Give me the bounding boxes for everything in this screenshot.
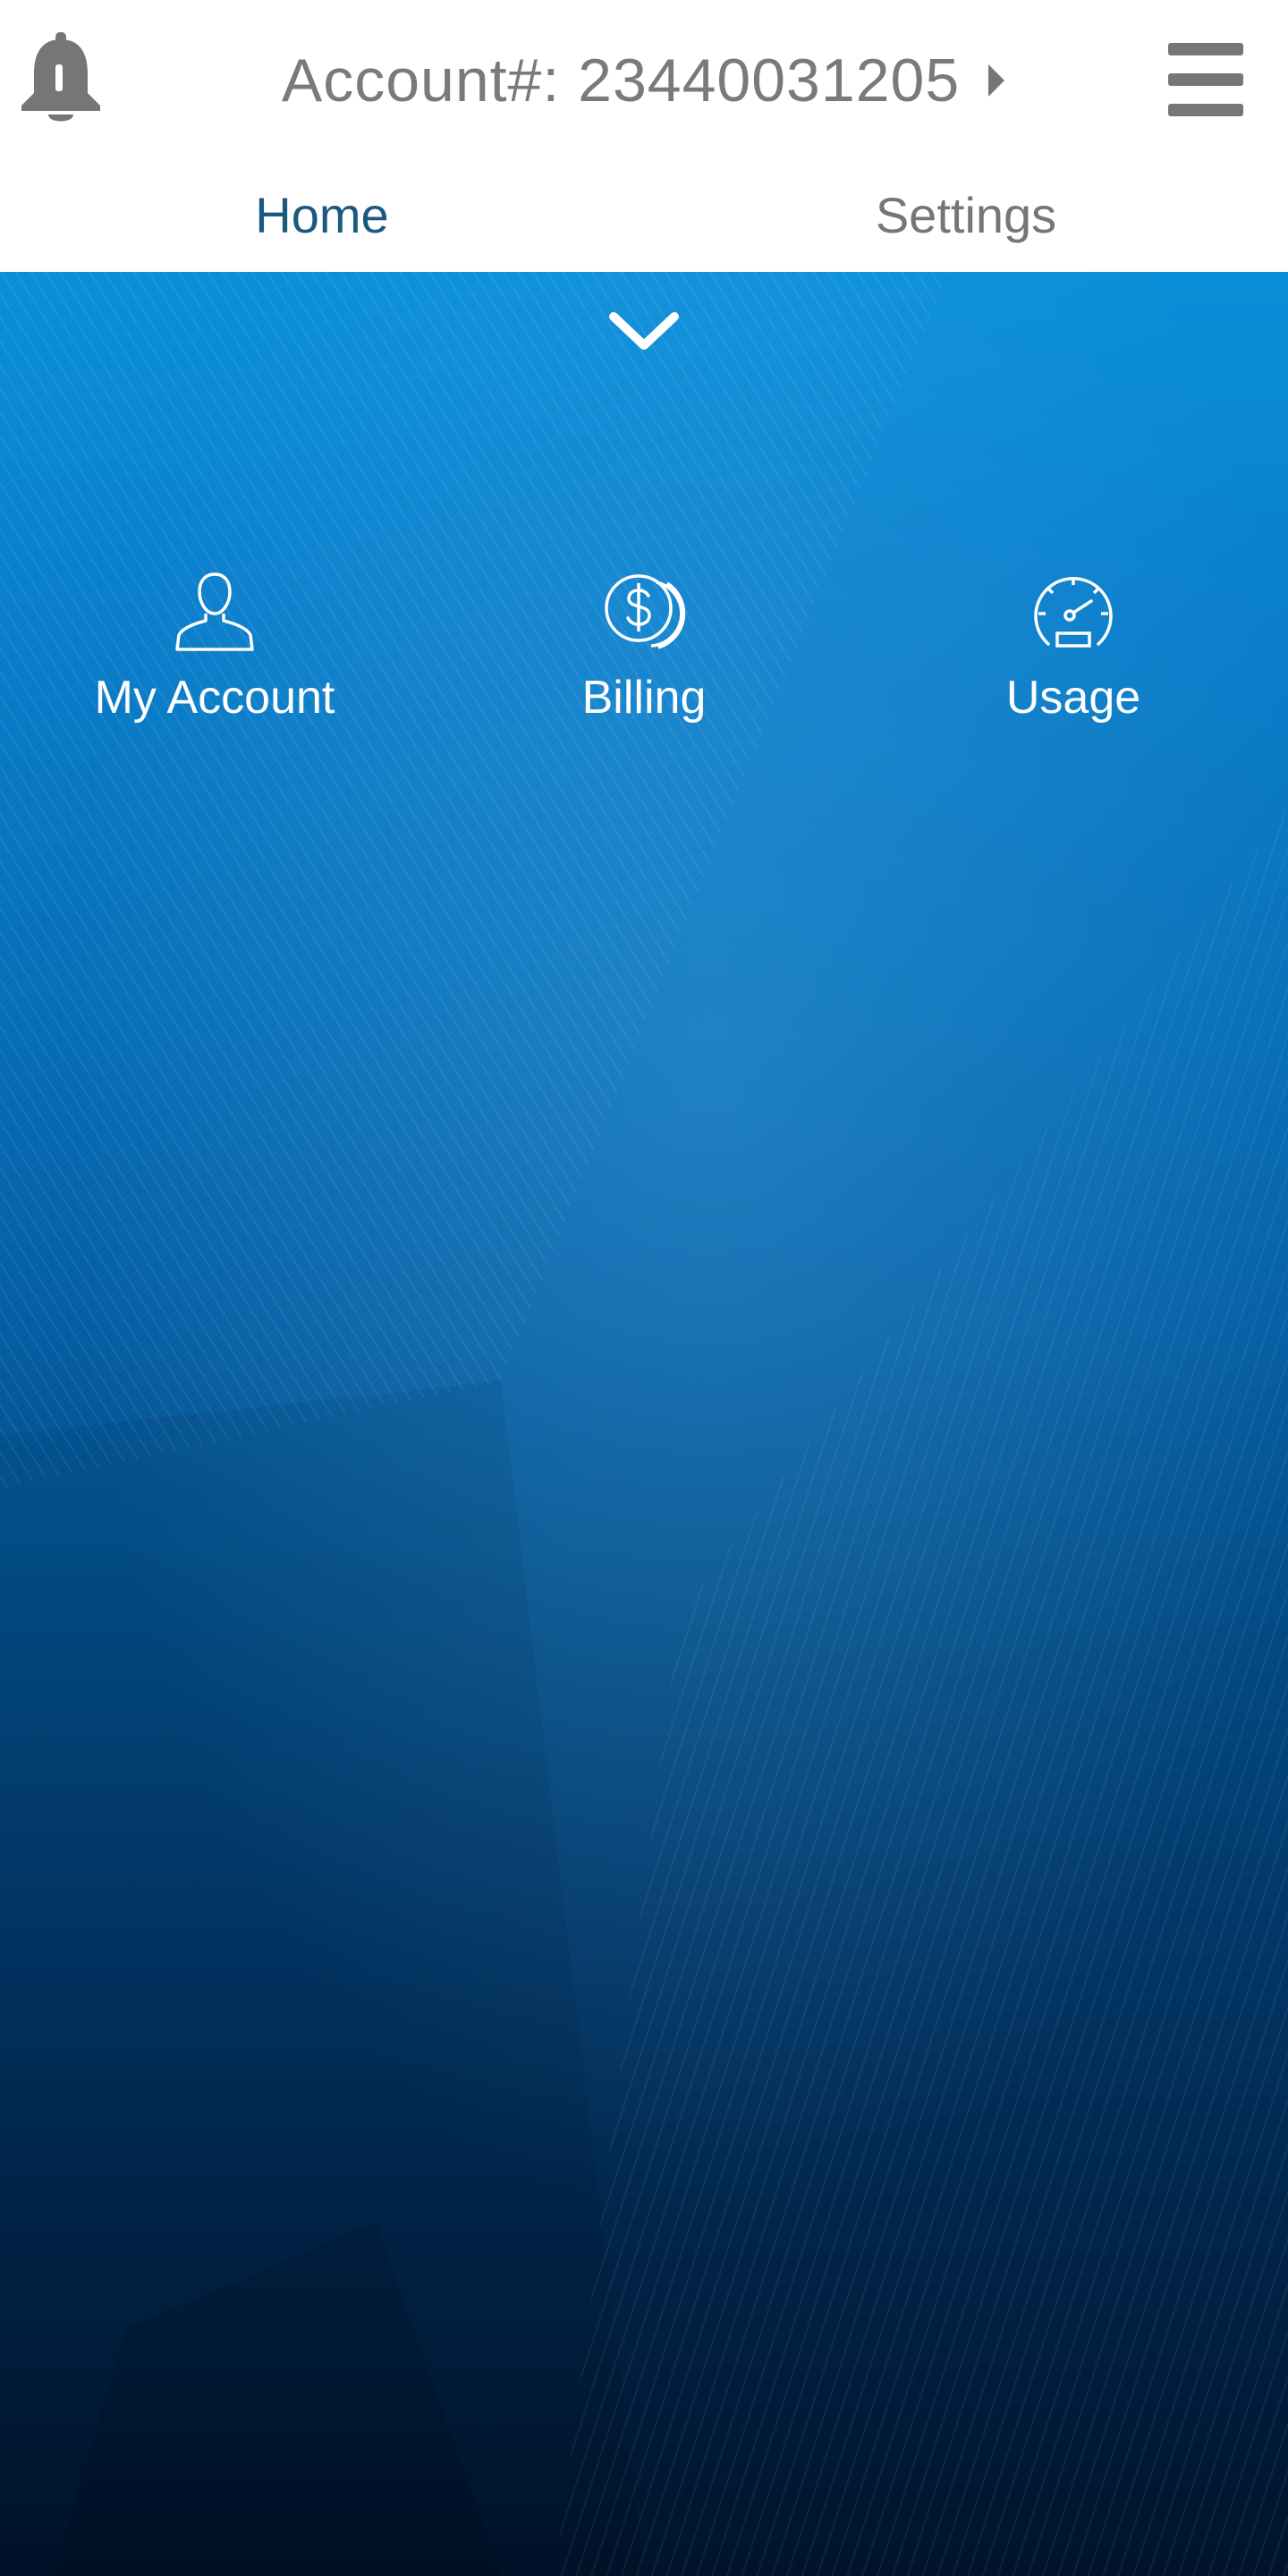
menu-bar-middle: [1168, 73, 1243, 86]
tab-bar: Home Settings: [0, 157, 1288, 272]
bell-icon: [21, 32, 100, 122]
speedometer-icon: [1034, 576, 1113, 648]
account-selector[interactable]: Account#: 23440031205: [259, 36, 1029, 125]
chevron-down-icon[interactable]: [608, 309, 680, 354]
tab-settings[interactable]: Settings: [644, 157, 1288, 272]
my-account-link[interactable]: My Account: [54, 567, 376, 764]
billing-label: Billing: [581, 672, 707, 724]
billing-link[interactable]: Billing: [483, 567, 805, 764]
usage-link[interactable]: Usage: [912, 567, 1234, 764]
menu-bar-top: [1168, 43, 1243, 55]
notifications-button[interactable]: [16, 30, 106, 129]
usage-label: Usage: [1005, 672, 1141, 724]
menu-bar-bottom: [1168, 104, 1243, 116]
tab-home[interactable]: Home: [0, 157, 644, 272]
dollar-coins-icon: [605, 574, 686, 649]
account-number-label: Account#: 23440031205: [281, 47, 961, 114]
quick-links: My Account Billing Usage: [0, 567, 1288, 764]
caret-right-icon: [988, 64, 1005, 97]
app-header: Account#: 23440031205: [0, 0, 1288, 157]
my-account-label: My Account: [94, 672, 335, 724]
hamburger-menu-icon[interactable]: [1168, 43, 1247, 116]
user-icon: [175, 572, 254, 651]
home-hero-panel: My Account Billing Usage: [0, 272, 1288, 2576]
